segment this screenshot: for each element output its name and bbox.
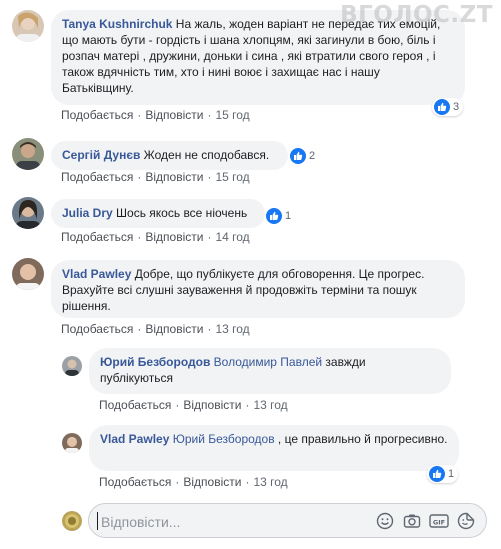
comment-bubble: Julia Dry Шось якось все ніочень bbox=[51, 199, 265, 228]
reply-text: , це правильно й прогресивно. bbox=[274, 432, 448, 446]
mention-link[interactable]: Володимир Павлей bbox=[214, 355, 322, 369]
reply-link[interactable]: Відповісти bbox=[145, 322, 203, 336]
sticker-icon[interactable] bbox=[456, 511, 476, 531]
comment-author[interactable]: Vlad Pawley bbox=[62, 267, 131, 281]
reaction-number: 1 bbox=[285, 210, 292, 222]
reply-link[interactable]: Відповісти bbox=[145, 230, 203, 244]
comment-text: Жоден не сподобався. bbox=[140, 148, 270, 162]
like-link[interactable]: Подобається bbox=[99, 398, 171, 412]
separator-dot: · bbox=[175, 398, 180, 412]
timestamp[interactable]: 14 год bbox=[215, 230, 249, 244]
reply-actions: Подобається · Відповісти · 13 год bbox=[99, 398, 288, 412]
avatar[interactable] bbox=[12, 10, 44, 42]
svg-text:GIF: GIF bbox=[433, 518, 445, 526]
reply-link[interactable]: Відповісти bbox=[183, 475, 241, 489]
comment-actions: Подобається · Відповісти · 13 год bbox=[61, 322, 250, 336]
comment-bubble: Сергій Дунєв Жоден не сподобався. bbox=[51, 141, 288, 170]
comment-author[interactable]: Сергій Дунєв bbox=[62, 148, 140, 162]
separator-dot: · bbox=[137, 170, 142, 184]
avatar[interactable] bbox=[12, 258, 44, 290]
like-link[interactable]: Подобається bbox=[61, 170, 133, 184]
gif-icon[interactable]: GIF bbox=[429, 511, 449, 531]
separator-dot: · bbox=[245, 398, 250, 412]
timestamp[interactable]: 13 год bbox=[253, 398, 287, 412]
reply-bubble: Юрий Безбородов Володимир Павлей завжди … bbox=[89, 348, 451, 394]
avatar[interactable] bbox=[12, 138, 44, 170]
reaction-number: 1 bbox=[448, 468, 455, 480]
timestamp[interactable]: 15 год bbox=[215, 170, 249, 184]
separator-dot: · bbox=[207, 170, 212, 184]
reply-author[interactable]: Юрий Безбородов bbox=[100, 355, 210, 369]
reply-actions: Подобається · Відповісти · 13 год bbox=[99, 475, 288, 489]
separator-dot: · bbox=[207, 322, 212, 336]
like-icon bbox=[434, 99, 450, 115]
avatar[interactable] bbox=[12, 197, 44, 229]
separator-dot: · bbox=[137, 108, 142, 122]
like-link[interactable]: Подобається bbox=[61, 322, 133, 336]
reaction-count[interactable]: 1 bbox=[266, 208, 291, 224]
like-icon bbox=[290, 148, 306, 164]
avatar[interactable] bbox=[62, 433, 82, 453]
comment-bubble: Vlad Pawley Добре, що публікуєте для обг… bbox=[51, 260, 465, 318]
separator-dot: · bbox=[175, 475, 180, 489]
reaction-count[interactable]: 2 bbox=[290, 148, 315, 164]
separator-dot: · bbox=[207, 230, 212, 244]
like-link[interactable]: Подобається bbox=[61, 230, 133, 244]
timestamp[interactable]: 13 год bbox=[215, 322, 249, 336]
reply-input-container[interactable]: GIF bbox=[88, 503, 487, 538]
avatar[interactable] bbox=[62, 356, 82, 376]
like-icon bbox=[266, 208, 282, 224]
comment-actions: Подобається · Відповісти · 14 год bbox=[61, 230, 250, 244]
reply-link[interactable]: Відповісти bbox=[145, 108, 203, 122]
separator-dot: · bbox=[137, 230, 142, 244]
mention-link[interactable]: Юрий Безбородов bbox=[173, 432, 275, 446]
reply-link[interactable]: Відповісти bbox=[145, 170, 203, 184]
camera-icon[interactable] bbox=[402, 511, 422, 531]
current-user-avatar[interactable] bbox=[62, 511, 82, 531]
reply-author[interactable]: Vlad Pawley bbox=[100, 432, 169, 446]
like-link[interactable]: Подобається bbox=[99, 475, 171, 489]
reaction-count[interactable]: 1 bbox=[427, 465, 459, 483]
reaction-number: 3 bbox=[453, 101, 460, 113]
like-icon bbox=[429, 466, 445, 482]
reply-link[interactable]: Відповісти bbox=[183, 398, 241, 412]
reply-bubble: Vlad Pawley Юрий Безбородов , це правиль… bbox=[89, 425, 459, 471]
comment-text: Шось якось все ніочень bbox=[112, 206, 248, 220]
reply-input[interactable] bbox=[99, 511, 373, 533]
separator-dot: · bbox=[137, 322, 142, 336]
comment-author[interactable]: Julia Dry bbox=[62, 206, 113, 220]
timestamp[interactable]: 15 год bbox=[215, 108, 249, 122]
timestamp[interactable]: 13 год bbox=[253, 475, 287, 489]
comment-actions: Подобається · Відповісти · 15 год bbox=[61, 170, 250, 184]
reaction-number: 2 bbox=[309, 150, 316, 162]
emoji-icon[interactable] bbox=[375, 511, 395, 531]
comment-author[interactable]: Tanya Kushnirchuk bbox=[62, 17, 172, 31]
reaction-count[interactable]: 3 bbox=[432, 98, 464, 116]
separator-dot: · bbox=[245, 475, 250, 489]
comment-actions: Подобається · Відповісти · 15 год bbox=[61, 108, 250, 122]
like-link[interactable]: Подобається bbox=[61, 108, 133, 122]
separator-dot: · bbox=[207, 108, 212, 122]
text-cursor bbox=[97, 512, 98, 530]
watermark-logo: ВГОЛОС.ZT bbox=[340, 2, 493, 28]
